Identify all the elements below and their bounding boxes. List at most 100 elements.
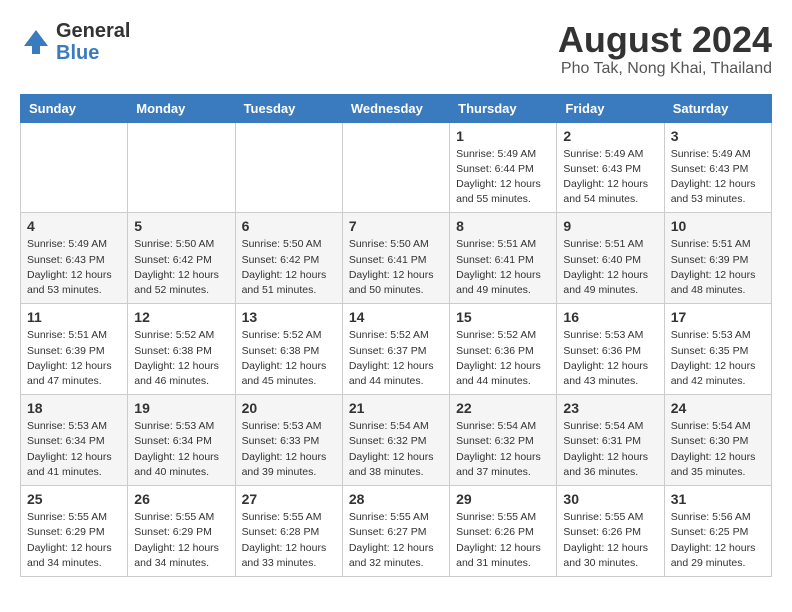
- day-number: 15: [456, 309, 550, 325]
- calendar-cell: 7 Sunrise: 5:50 AMSunset: 6:41 PMDaylight…: [342, 213, 449, 304]
- day-info: Sunrise: 5:53 AMSunset: 6:36 PMDaylight:…: [563, 328, 657, 389]
- day-number: 14: [349, 309, 443, 325]
- day-info: Sunrise: 5:55 AMSunset: 6:29 PMDaylight:…: [134, 510, 228, 571]
- day-number: 21: [349, 400, 443, 416]
- calendar-cell: 3Sunrise: 5:49 AMSunset: 6:43 PMDaylight…: [664, 122, 771, 213]
- calendar-cell: 9 Sunrise: 5:51 AMSunset: 6:40 PMDaylight…: [557, 213, 664, 304]
- calendar-cell: [235, 122, 342, 213]
- day-info: Sunrise: 5:49 AMSunset: 6:43 PMDaylight:…: [671, 147, 765, 208]
- day-number: 30: [563, 491, 657, 507]
- day-info: Sunrise: 5:49 AMSunset: 6:44 PMDaylight:…: [456, 147, 550, 208]
- day-info: Sunrise: 5:50 AMSunset: 6:41 PMDaylight:…: [349, 237, 443, 298]
- calendar-cell: 11 Sunrise: 5:51 AMSunset: 6:39 PMDayligh…: [21, 304, 128, 395]
- day-info: Sunrise: 5:55 AMSunset: 6:26 PMDaylight:…: [456, 510, 550, 571]
- day-header-sunday: Sunday: [21, 94, 128, 122]
- day-info: Sunrise: 5:55 AMSunset: 6:26 PMDaylight:…: [563, 510, 657, 571]
- day-number: 23: [563, 400, 657, 416]
- calendar-cell: 30 Sunrise: 5:55 AMSunset: 6:26 PMDayligh…: [557, 486, 664, 577]
- day-info: Sunrise: 5:53 AMSunset: 6:35 PMDaylight:…: [671, 328, 765, 389]
- day-header-saturday: Saturday: [664, 94, 771, 122]
- calendar-cell: 20Sunrise: 5:53 AMSunset: 6:33 PMDayligh…: [235, 395, 342, 486]
- calendar-header-row: SundayMondayTuesdayWednesdayThursdayFrid…: [21, 94, 772, 122]
- day-info: Sunrise: 5:50 AMSunset: 6:42 PMDaylight:…: [242, 237, 336, 298]
- day-info: Sunrise: 5:54 AMSunset: 6:31 PMDaylight:…: [563, 419, 657, 480]
- day-info: Sunrise: 5:54 AMSunset: 6:32 PMDaylight:…: [349, 419, 443, 480]
- calendar-cell: 1 Sunrise: 5:49 AMSunset: 6:44 PMDaylight…: [450, 122, 557, 213]
- day-number: 10: [671, 218, 765, 234]
- day-number: 2: [563, 128, 657, 144]
- logo-icon: [20, 26, 52, 58]
- day-number: 7: [349, 218, 443, 234]
- day-info: Sunrise: 5:55 AMSunset: 6:27 PMDaylight:…: [349, 510, 443, 571]
- day-info: Sunrise: 5:55 AMSunset: 6:29 PMDaylight:…: [27, 510, 121, 571]
- calendar-cell: [342, 122, 449, 213]
- day-info: Sunrise: 5:53 AMSunset: 6:33 PMDaylight:…: [242, 419, 336, 480]
- day-header-thursday: Thursday: [450, 94, 557, 122]
- day-header-tuesday: Tuesday: [235, 94, 342, 122]
- day-number: 11: [27, 309, 121, 325]
- day-number: 24: [671, 400, 765, 416]
- calendar-title: August 2024: [558, 20, 772, 60]
- calendar-cell: 24 Sunrise: 5:54 AMSunset: 6:30 PMDayligh…: [664, 395, 771, 486]
- calendar-cell: 4 Sunrise: 5:49 AMSunset: 6:43 PMDaylight…: [21, 213, 128, 304]
- day-info: Sunrise: 5:49 AMSunset: 6:43 PMDaylight:…: [563, 147, 657, 208]
- calendar-cell: 29 Sunrise: 5:55 AMSunset: 6:26 PMDayligh…: [450, 486, 557, 577]
- calendar-cell: 12 Sunrise: 5:52 AMSunset: 6:38 PMDayligh…: [128, 304, 235, 395]
- day-number: 12: [134, 309, 228, 325]
- header: General Blue August 2024 Pho Tak, Nong K…: [20, 20, 772, 78]
- calendar-cell: 28Sunrise: 5:55 AMSunset: 6:27 PMDayligh…: [342, 486, 449, 577]
- calendar-cell: 25 Sunrise: 5:55 AMSunset: 6:29 PMDayligh…: [21, 486, 128, 577]
- day-number: 29: [456, 491, 550, 507]
- day-info: Sunrise: 5:52 AMSunset: 6:38 PMDaylight:…: [134, 328, 228, 389]
- calendar-table: SundayMondayTuesdayWednesdayThursdayFrid…: [20, 94, 772, 577]
- calendar-cell: 14 Sunrise: 5:52 AMSunset: 6:37 PMDayligh…: [342, 304, 449, 395]
- calendar-week-row: 11 Sunrise: 5:51 AMSunset: 6:39 PMDayligh…: [21, 304, 772, 395]
- calendar-cell: 10 Sunrise: 5:51 AMSunset: 6:39 PMDayligh…: [664, 213, 771, 304]
- calendar-week-row: 18Sunrise: 5:53 AMSunset: 6:34 PMDayligh…: [21, 395, 772, 486]
- day-number: 1: [456, 128, 550, 144]
- day-number: 6: [242, 218, 336, 234]
- day-number: 8: [456, 218, 550, 234]
- day-number: 13: [242, 309, 336, 325]
- day-info: Sunrise: 5:51 AMSunset: 6:39 PMDaylight:…: [671, 237, 765, 298]
- day-info: Sunrise: 5:49 AMSunset: 6:43 PMDaylight:…: [27, 237, 121, 298]
- calendar-cell: 8 Sunrise: 5:51 AMSunset: 6:41 PMDaylight…: [450, 213, 557, 304]
- day-info: Sunrise: 5:55 AMSunset: 6:28 PMDaylight:…: [242, 510, 336, 571]
- day-info: Sunrise: 5:54 AMSunset: 6:32 PMDaylight:…: [456, 419, 550, 480]
- calendar-cell: 21 Sunrise: 5:54 AMSunset: 6:32 PMDayligh…: [342, 395, 449, 486]
- calendar-cell: [21, 122, 128, 213]
- calendar-cell: 31Sunrise: 5:56 AMSunset: 6:25 PMDayligh…: [664, 486, 771, 577]
- day-number: 19: [134, 400, 228, 416]
- day-info: Sunrise: 5:52 AMSunset: 6:37 PMDaylight:…: [349, 328, 443, 389]
- logo: General Blue: [20, 20, 130, 64]
- day-number: 4: [27, 218, 121, 234]
- calendar-cell: [128, 122, 235, 213]
- day-number: 16: [563, 309, 657, 325]
- calendar-week-row: 25 Sunrise: 5:55 AMSunset: 6:29 PMDayligh…: [21, 486, 772, 577]
- day-header-monday: Monday: [128, 94, 235, 122]
- calendar-cell: 15Sunrise: 5:52 AMSunset: 6:36 PMDayligh…: [450, 304, 557, 395]
- day-info: Sunrise: 5:51 AMSunset: 6:40 PMDaylight:…: [563, 237, 657, 298]
- calendar-cell: 18Sunrise: 5:53 AMSunset: 6:34 PMDayligh…: [21, 395, 128, 486]
- day-number: 26: [134, 491, 228, 507]
- day-info: Sunrise: 5:53 AMSunset: 6:34 PMDaylight:…: [27, 419, 121, 480]
- day-number: 9: [563, 218, 657, 234]
- calendar-cell: 22Sunrise: 5:54 AMSunset: 6:32 PMDayligh…: [450, 395, 557, 486]
- day-info: Sunrise: 5:54 AMSunset: 6:30 PMDaylight:…: [671, 419, 765, 480]
- calendar-cell: 17Sunrise: 5:53 AMSunset: 6:35 PMDayligh…: [664, 304, 771, 395]
- calendar-cell: 27 Sunrise: 5:55 AMSunset: 6:28 PMDayligh…: [235, 486, 342, 577]
- calendar-cell: 5Sunrise: 5:50 AMSunset: 6:42 PMDaylight…: [128, 213, 235, 304]
- day-info: Sunrise: 5:51 AMSunset: 6:39 PMDaylight:…: [27, 328, 121, 389]
- calendar-cell: 6 Sunrise: 5:50 AMSunset: 6:42 PMDaylight…: [235, 213, 342, 304]
- day-info: Sunrise: 5:50 AMSunset: 6:42 PMDaylight:…: [134, 237, 228, 298]
- calendar-cell: 19Sunrise: 5:53 AMSunset: 6:34 PMDayligh…: [128, 395, 235, 486]
- day-header-friday: Friday: [557, 94, 664, 122]
- title-area: August 2024 Pho Tak, Nong Khai, Thailand: [558, 20, 772, 78]
- day-info: Sunrise: 5:51 AMSunset: 6:41 PMDaylight:…: [456, 237, 550, 298]
- day-header-wednesday: Wednesday: [342, 94, 449, 122]
- day-number: 25: [27, 491, 121, 507]
- day-info: Sunrise: 5:56 AMSunset: 6:25 PMDaylight:…: [671, 510, 765, 571]
- calendar-cell: 13Sunrise: 5:52 AMSunset: 6:38 PMDayligh…: [235, 304, 342, 395]
- day-number: 27: [242, 491, 336, 507]
- calendar-week-row: 4 Sunrise: 5:49 AMSunset: 6:43 PMDaylight…: [21, 213, 772, 304]
